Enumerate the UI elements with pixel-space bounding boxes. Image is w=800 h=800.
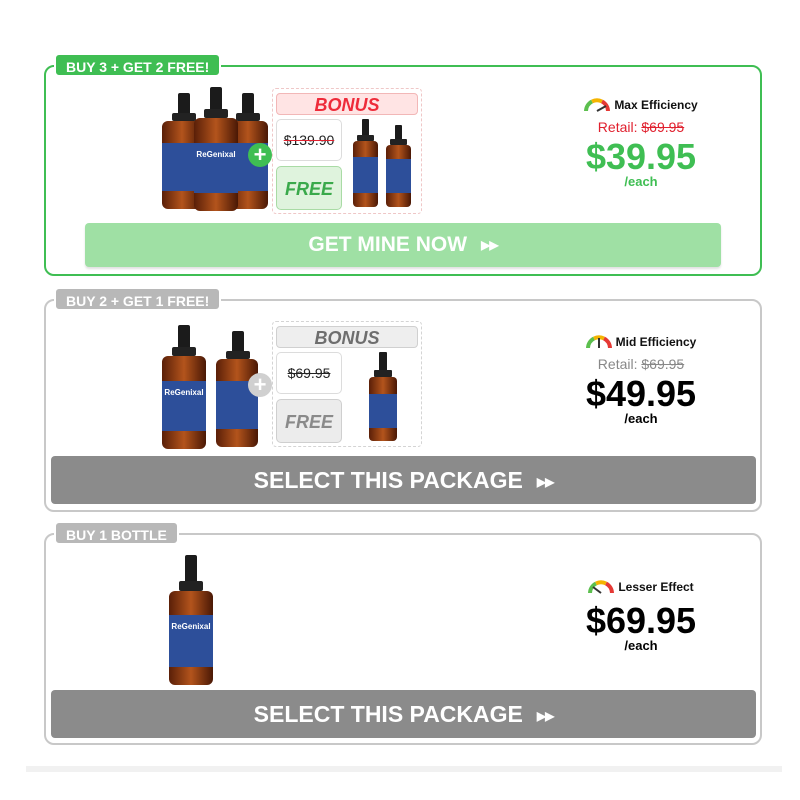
bottle-left: ReGenixal	[162, 325, 206, 449]
package-tab-label: BUY 1 BOTTLE	[54, 521, 179, 545]
efficiency-label: Mid Efficiency	[615, 335, 697, 349]
bonus-free-label: FREE	[276, 399, 342, 443]
per-unit-label: /each	[624, 174, 658, 189]
bonus-box: BONUS $69.95 FREE	[272, 321, 422, 447]
cta-label: SELECT THIS PACKAGE	[253, 467, 523, 493]
product-bottle-image: ReGenixal	[169, 555, 213, 685]
gauge-icon	[588, 580, 615, 594]
bottle-front: ReGenixal	[194, 87, 238, 211]
efficiency-row: Lesser Effect	[551, 579, 731, 595]
fast-forward-icon: ▶▶	[536, 474, 554, 489]
gauge-icon	[585, 335, 612, 349]
plus-icon: +	[248, 373, 272, 397]
unit-price: $49.95	[585, 373, 697, 414]
fast-forward-icon: ▶▶	[481, 238, 498, 253]
per-unit-label: /each	[624, 411, 658, 426]
unit-price: $39.95	[585, 136, 697, 177]
plus-icon: +	[248, 143, 272, 167]
retail-price-row: Retail: $69.95	[551, 119, 731, 135]
package-card-buy2[interactable]: BUY 2 + GET 1 FREE! ReGenixal + BONUS $6…	[44, 287, 762, 512]
bonus-original-price: $139.90	[276, 119, 342, 161]
per-unit-label: /each	[624, 638, 658, 653]
bonus-title: BONUS	[276, 93, 418, 115]
bonus-bottle-image	[369, 352, 397, 441]
cta-label: GET MINE NOW	[308, 233, 468, 256]
retail-prefix: Retail:	[597, 119, 642, 135]
select-package-button[interactable]: SELECT THIS PACKAGE ▶▶	[51, 456, 756, 504]
fast-forward-icon: ▶▶	[536, 708, 554, 723]
package-card-buy1[interactable]: BUY 1 BOTTLE ReGenixal Lesser Effect $69…	[44, 521, 762, 745]
efficiency-label: Lesser Effect	[618, 580, 694, 594]
get-mine-now-button[interactable]: GET MINE NOW ▶▶	[85, 223, 721, 267]
select-package-button[interactable]: SELECT THIS PACKAGE ▶▶	[51, 690, 756, 738]
bonus-bottles-image	[353, 119, 411, 207]
retail-prefix: Retail:	[597, 356, 642, 372]
retail-price-row: Retail: $69.95	[551, 356, 731, 372]
page-divider	[26, 766, 782, 772]
efficiency-label: Max Efficiency	[614, 98, 698, 112]
bottle-brand-text: ReGenixal	[196, 150, 235, 159]
pricing-column: Max Efficiency Retail: $69.95 $39.95 /ea…	[551, 97, 731, 189]
bonus-free-label: FREE	[276, 166, 342, 210]
pricing-column: Lesser Effect $69.95 /each	[551, 579, 731, 653]
unit-price: $69.95	[585, 600, 697, 641]
gauge-icon	[584, 98, 611, 112]
bonus-title: BONUS	[276, 326, 418, 348]
package-card-buy3[interactable]: BUY 3 + GET 2 FREE! ReGenixal + BONUS $1…	[44, 53, 762, 276]
package-tab-label: BUY 3 + GET 2 FREE!	[54, 53, 222, 77]
bonus-box: BONUS $139.90 FREE	[272, 88, 422, 214]
efficiency-row: Max Efficiency	[551, 97, 731, 113]
package-tab-label: BUY 2 + GET 1 FREE!	[54, 287, 222, 311]
cta-label: SELECT THIS PACKAGE	[253, 701, 523, 727]
pricing-column: Mid Efficiency Retail: $69.95 $49.95 /ea…	[551, 334, 731, 426]
retail-price: $69.95	[641, 119, 685, 135]
bottle-brand-text: ReGenixal	[171, 622, 210, 631]
retail-price: $69.95	[641, 356, 685, 372]
bottle-brand-text: ReGenixal	[164, 388, 203, 397]
bonus-original-price: $69.95	[276, 352, 342, 394]
efficiency-row: Mid Efficiency	[551, 334, 731, 350]
